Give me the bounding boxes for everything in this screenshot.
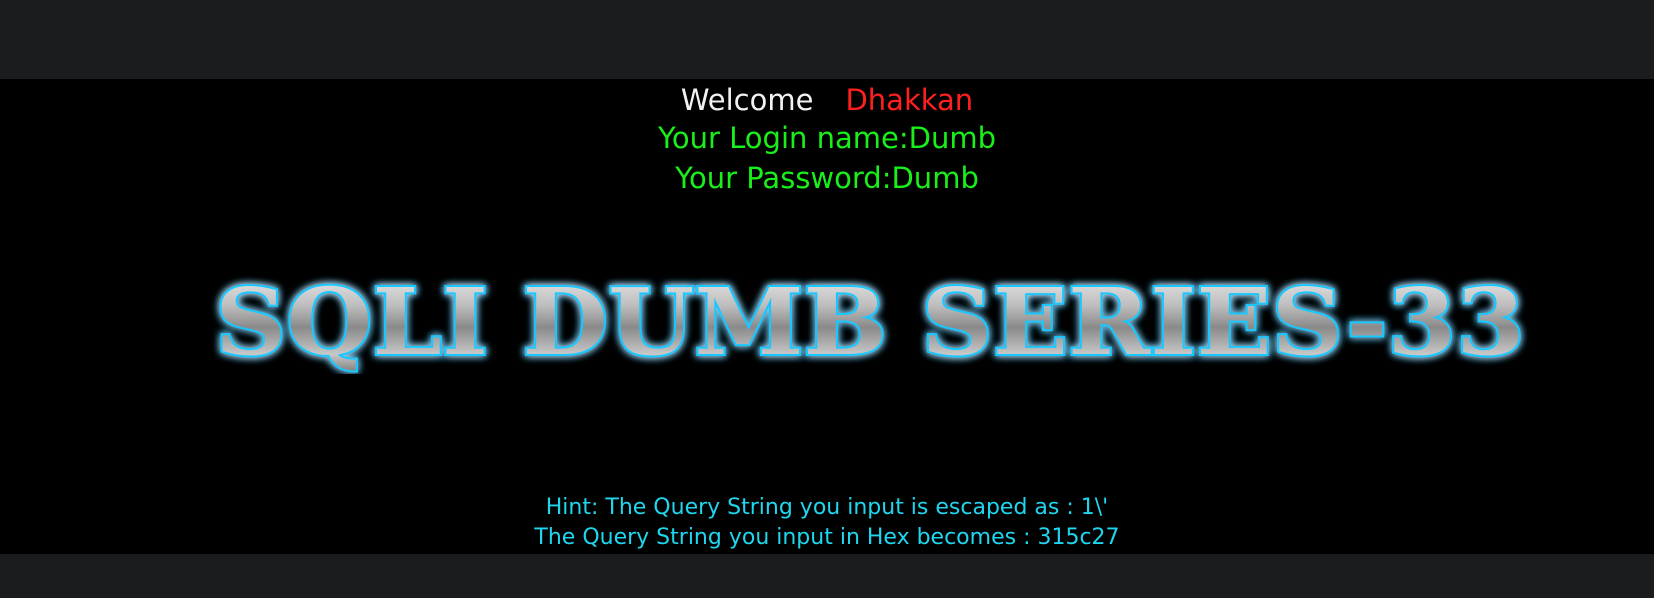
password-text: Your Password:Dumb bbox=[675, 161, 979, 195]
welcome-text: Welcome bbox=[680, 83, 814, 117]
top-margin-bar bbox=[0, 0, 1654, 79]
page-content: Welcome Dhakkan Your Login name:Dumb Your… bbox=[0, 79, 1654, 554]
login-name-text: Your Login name:Dumb bbox=[658, 121, 996, 155]
welcome-line: Welcome Dhakkan bbox=[0, 82, 1654, 118]
banner-title: SQLI DUMB SERIES-33 bbox=[215, 274, 1525, 374]
escaped-query-hint: Hint: The Query String you input is esca… bbox=[545, 495, 1109, 520]
user-name: Dhakkan bbox=[845, 83, 974, 117]
bottom-margin-bar bbox=[0, 554, 1654, 598]
sqli-series-banner: SQLI DUMB SERIES-33 bbox=[213, 274, 1527, 374]
hex-query-hint: The Query String you input in Hex become… bbox=[534, 525, 1120, 550]
